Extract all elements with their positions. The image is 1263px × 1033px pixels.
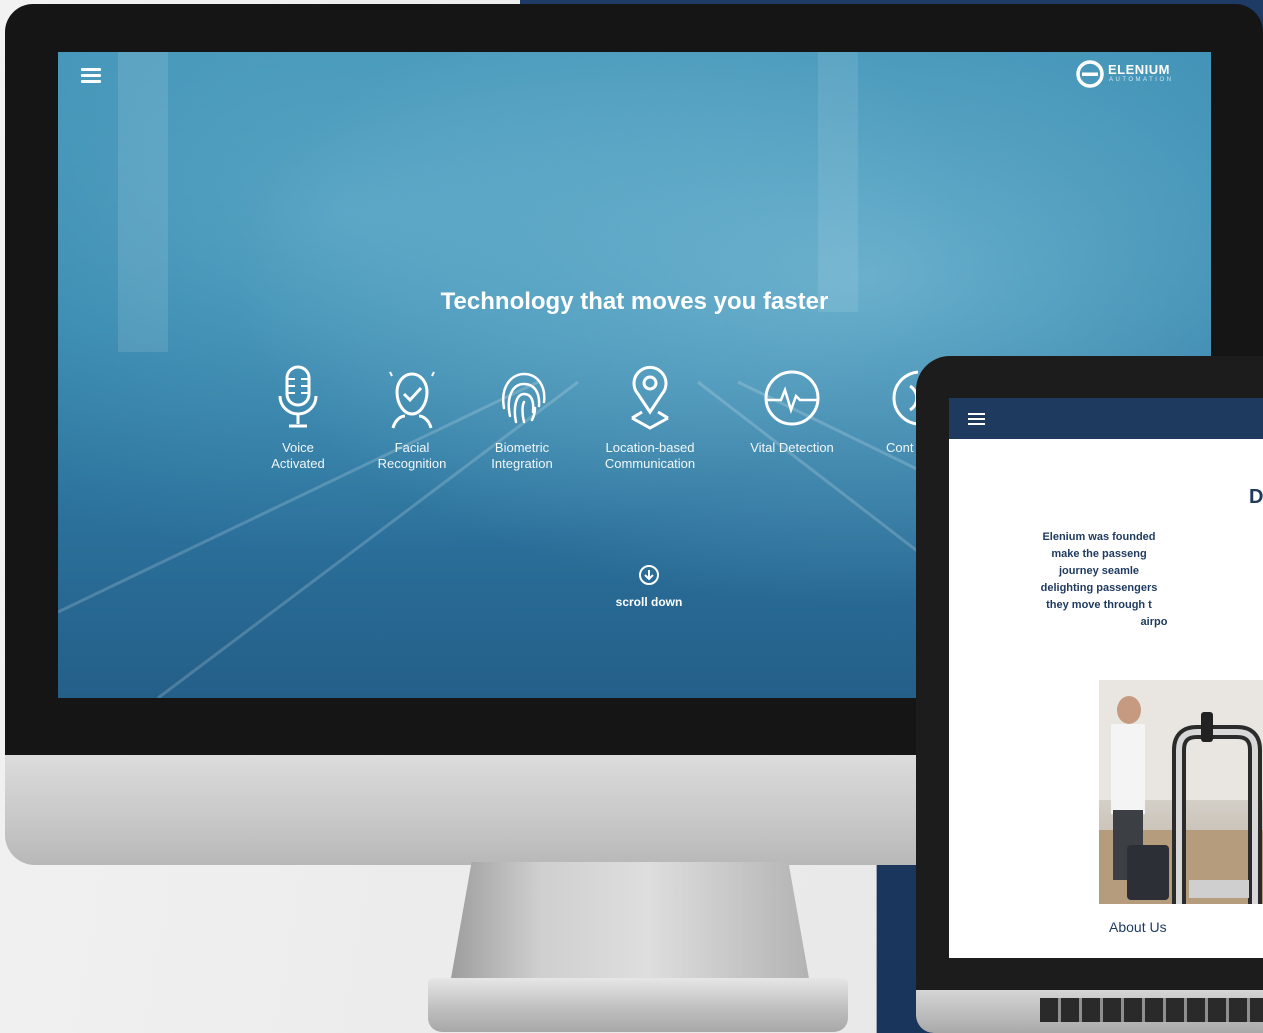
- feature-contactless[interactable]: Cont: [858, 364, 918, 456]
- paragraph-line: delighting passengers: [1040, 582, 1158, 594]
- arrow-down-circle-icon: [639, 565, 659, 585]
- brand-tagline: AUTOMATION: [1109, 77, 1174, 83]
- hero-title: Technology that moves you faster: [440, 288, 829, 315]
- laptop-menu-hamburger-icon[interactable]: [968, 413, 985, 427]
- laptop-section-heading: D: [1249, 486, 1263, 508]
- about-us-label[interactable]: About Us: [1109, 919, 1263, 935]
- elenium-logo-icon: [1076, 60, 1104, 88]
- imac-foot: [428, 978, 848, 1032]
- menu-hamburger-icon[interactable]: [81, 68, 101, 84]
- feature-label: Communication: [604, 456, 696, 471]
- feature-voice-activated[interactable]: Voice Activated: [233, 364, 363, 472]
- feature-label: Vital Detection: [750, 440, 834, 455]
- laptop-intro-paragraph: Elenium was founded make the passeng jou…: [979, 529, 1219, 631]
- face-check-icon: [389, 371, 435, 429]
- about-us-photo: [1099, 680, 1263, 904]
- microphone-icon: [278, 365, 318, 428]
- scroll-down-button[interactable]: scroll down: [584, 564, 714, 609]
- feature-biometric-integration[interactable]: Biometric Integration: [457, 364, 587, 472]
- brand-name: ELENIUM: [1108, 62, 1170, 77]
- feature-location-communication[interactable]: Location-based Communication: [585, 364, 715, 472]
- kiosk-photo-illustration: [1099, 680, 1263, 904]
- contactless-icon: [892, 370, 918, 426]
- location-pin-icon: [631, 365, 669, 430]
- feature-label: Voice: [282, 440, 314, 455]
- laptop-screen: D Elenium was founded make the passeng j…: [949, 398, 1263, 958]
- paragraph-line: they move through t: [1046, 599, 1152, 611]
- fingerprint-icon: [501, 372, 546, 424]
- feature-label: Integration: [491, 456, 553, 471]
- feature-label: Cont: [886, 440, 914, 455]
- laptop-nav-bar: [949, 398, 1263, 439]
- scroll-down-label: scroll down: [615, 595, 683, 609]
- imac-stand: [450, 862, 810, 984]
- feature-label: Biometric: [494, 440, 550, 455]
- paragraph-line: airpo: [1140, 616, 1168, 628]
- laptop-keyboard: [1040, 998, 1263, 1022]
- paragraph-line: make the passeng: [1051, 548, 1147, 560]
- feature-vital-detection[interactable]: Vital Detection: [727, 364, 857, 456]
- paragraph-line: Elenium was founded: [1042, 531, 1156, 543]
- feature-label: Activated: [271, 456, 325, 471]
- feature-label: Location-based: [605, 440, 695, 455]
- heartbeat-icon: [764, 370, 820, 426]
- brand-logo[interactable]: ELENIUM AUTOMATION: [1076, 58, 1196, 90]
- paragraph-line: journey seamle: [1058, 565, 1140, 577]
